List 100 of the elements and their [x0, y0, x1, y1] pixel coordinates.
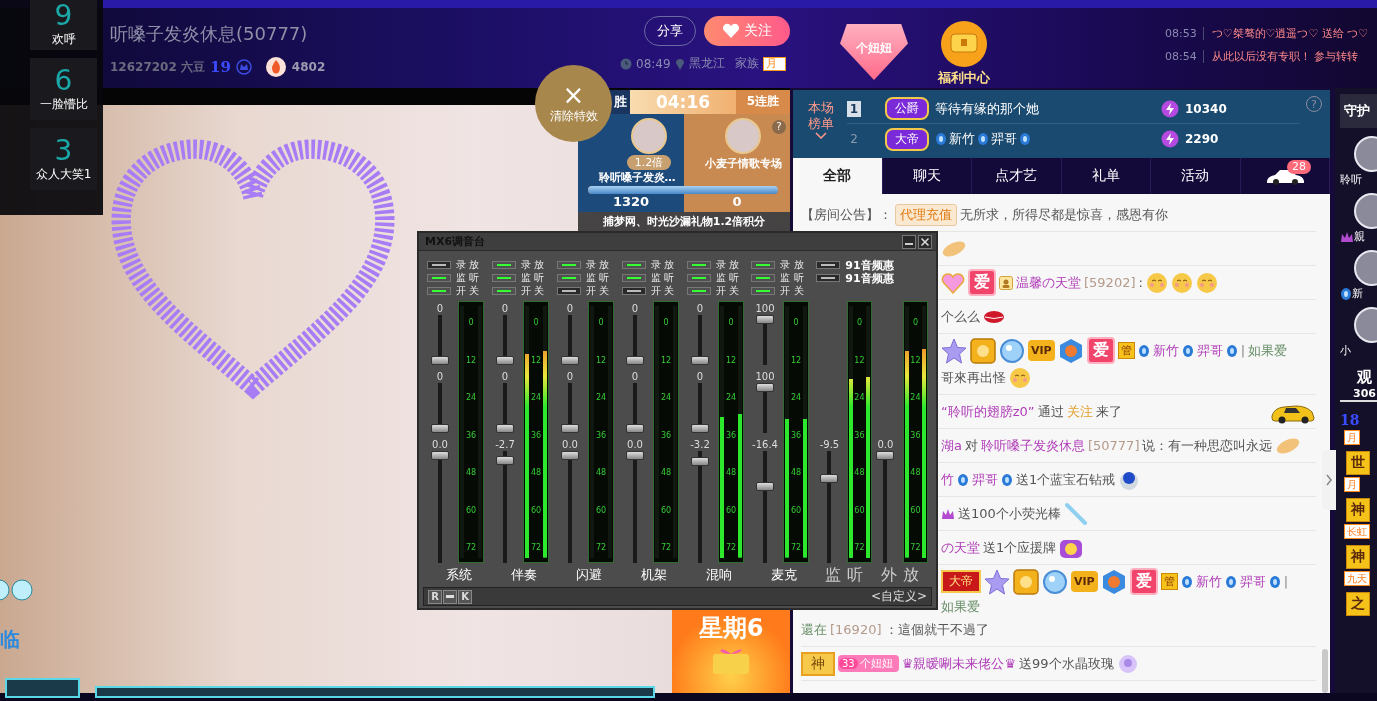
user-name[interactable]: 新竹	[1152, 341, 1179, 360]
close-icon[interactable]	[918, 234, 932, 249]
user-name[interactable]: 温馨の天堂	[1016, 273, 1081, 292]
slider-value: 0	[566, 303, 574, 315]
slider-value: 0	[436, 371, 444, 383]
scale-label: 48	[530, 468, 542, 477]
follow-button[interactable]: 关注	[704, 16, 790, 46]
scrollbar-thumb[interactable]	[1322, 649, 1328, 693]
minimize-icon[interactable]	[902, 234, 916, 249]
toggle-switch[interactable]	[491, 261, 516, 269]
dropdown-icon[interactable]	[443, 589, 457, 604]
user-name[interactable]: 等待有缘的那个她	[935, 99, 1039, 118]
toggle-switch[interactable]	[556, 261, 581, 269]
mode-button[interactable]: K	[458, 589, 472, 604]
user-name[interactable]: 羿哥	[1196, 341, 1223, 360]
user-name[interactable]: 親	[1354, 229, 1365, 244]
slider-thumb[interactable]	[691, 356, 709, 365]
slider-thumb[interactable]	[691, 424, 709, 433]
streamer-name[interactable]: 小麦子情歌专场	[704, 155, 782, 171]
slider-thumb[interactable]	[496, 456, 514, 466]
scale-label: 72	[660, 543, 672, 552]
slider-thumb[interactable]	[431, 424, 449, 433]
toggle-switch[interactable]	[491, 274, 516, 282]
scale-label: 48	[854, 468, 865, 477]
slider-thumb[interactable]	[756, 481, 774, 491]
toggle-label: 监 听	[715, 271, 739, 285]
toggle-switch[interactable]	[686, 261, 711, 269]
welfare-label[interactable]: 福利中心	[938, 69, 990, 87]
orb-icon	[999, 337, 1025, 364]
scale-label: 0	[468, 318, 474, 327]
effect-button[interactable]: 6 一脸懵比	[30, 58, 97, 120]
slider-thumb[interactable]	[876, 451, 895, 460]
toggle-label: 开 关	[585, 284, 609, 298]
slider-thumb[interactable]	[496, 356, 514, 365]
help-button[interactable]: ?	[772, 119, 786, 134]
slider-thumb[interactable]	[626, 424, 644, 433]
toggle-switch[interactable]	[427, 287, 451, 295]
toggle-switch[interactable]	[556, 287, 581, 295]
slider-thumb[interactable]	[561, 356, 579, 365]
user-name[interactable]: 羿哥	[972, 470, 998, 489]
chat-tab[interactable]: 全部	[793, 158, 883, 194]
toggle-label: 录 放	[585, 258, 609, 272]
user-name[interactable]: 新竹	[949, 130, 975, 148]
toggle-switch[interactable]	[427, 274, 451, 282]
slider-thumb[interactable]	[756, 315, 774, 324]
scale-label: 12	[790, 355, 802, 365]
user-name[interactable]: 聆听	[1340, 172, 1362, 187]
chevron-icon[interactable]	[815, 132, 827, 139]
user-name[interactable]: 羿哥	[1239, 572, 1266, 591]
toggle-switch[interactable]	[686, 287, 711, 295]
toggle-label: 监 听	[650, 271, 674, 285]
toggle-switch[interactable]	[751, 261, 776, 269]
toggle-switch[interactable]	[751, 274, 776, 282]
toggle-switch[interactable]	[686, 274, 711, 282]
user-name[interactable]: 聆听嗓子发炎休息	[980, 436, 1085, 455]
toggle-switch[interactable]	[621, 261, 646, 269]
ticker-text: つ♡桀骜的♡逍遥つ♡ 送给 つ♡	[1211, 26, 1369, 41]
live-time: 08:49	[636, 56, 671, 71]
slider-thumb[interactable]	[431, 451, 449, 460]
slider-thumb[interactable]	[820, 473, 839, 483]
effect-button[interactable]: 3 众人大笑1	[30, 128, 97, 190]
slider-thumb[interactable]	[496, 424, 514, 433]
streamer-name[interactable]: 聆听嗓子发炎…	[598, 169, 676, 185]
slider-thumb[interactable]	[691, 457, 709, 467]
effect-button[interactable]: 9 欢呼	[30, 0, 97, 50]
slider-thumb[interactable]	[431, 356, 449, 365]
user-name[interactable]: 羿哥	[991, 130, 1017, 148]
slider-value: -2.7	[495, 439, 515, 451]
toggle-switch[interactable]	[427, 261, 451, 269]
slider-value: -16.4	[752, 439, 778, 451]
medal-icon	[970, 337, 996, 364]
vip-badge: VIP	[1028, 340, 1055, 361]
user-name[interactable]: 小	[1340, 343, 1351, 358]
toggle-switch[interactable]	[621, 287, 646, 295]
user-name[interactable]: “聆听的翅膀z0”	[941, 402, 1035, 421]
toggle-switch[interactable]	[491, 287, 516, 295]
user-name[interactable]: 新	[1352, 286, 1363, 301]
user-id: [59202]	[1084, 275, 1136, 290]
guard-tab[interactable]: 守护	[1340, 94, 1377, 128]
slider-thumb[interactable]	[626, 356, 644, 365]
slider-thumb[interactable]	[756, 383, 774, 392]
toggle-switch[interactable]	[816, 274, 841, 282]
preset-label[interactable]: <自定义>	[870, 588, 927, 605]
slider-thumb[interactable]	[561, 451, 579, 460]
slider-thumb[interactable]	[626, 451, 644, 460]
rank-title[interactable]: 本场榜单	[807, 100, 835, 132]
slider-thumb[interactable]	[561, 424, 579, 433]
user-name[interactable]: 湖a	[941, 436, 962, 455]
user-name[interactable]: の天堂	[941, 538, 980, 557]
toggle-label: 监 听	[585, 271, 609, 285]
mode-button[interactable]: R	[428, 589, 442, 604]
toggle-switch[interactable]	[556, 274, 581, 282]
toggle-switch[interactable]	[816, 261, 841, 269]
user-name[interactable]: 新竹	[1195, 572, 1222, 591]
toggle-switch[interactable]	[751, 287, 776, 295]
toggle-label: 录 放	[520, 258, 545, 272]
viewers-tab[interactable]: 观	[1357, 368, 1372, 387]
user-name[interactable]: ♛親暧唰未来佬公♛	[901, 654, 1017, 673]
toggle-switch[interactable]	[621, 274, 646, 282]
user-name[interactable]: 竹	[941, 470, 954, 489]
